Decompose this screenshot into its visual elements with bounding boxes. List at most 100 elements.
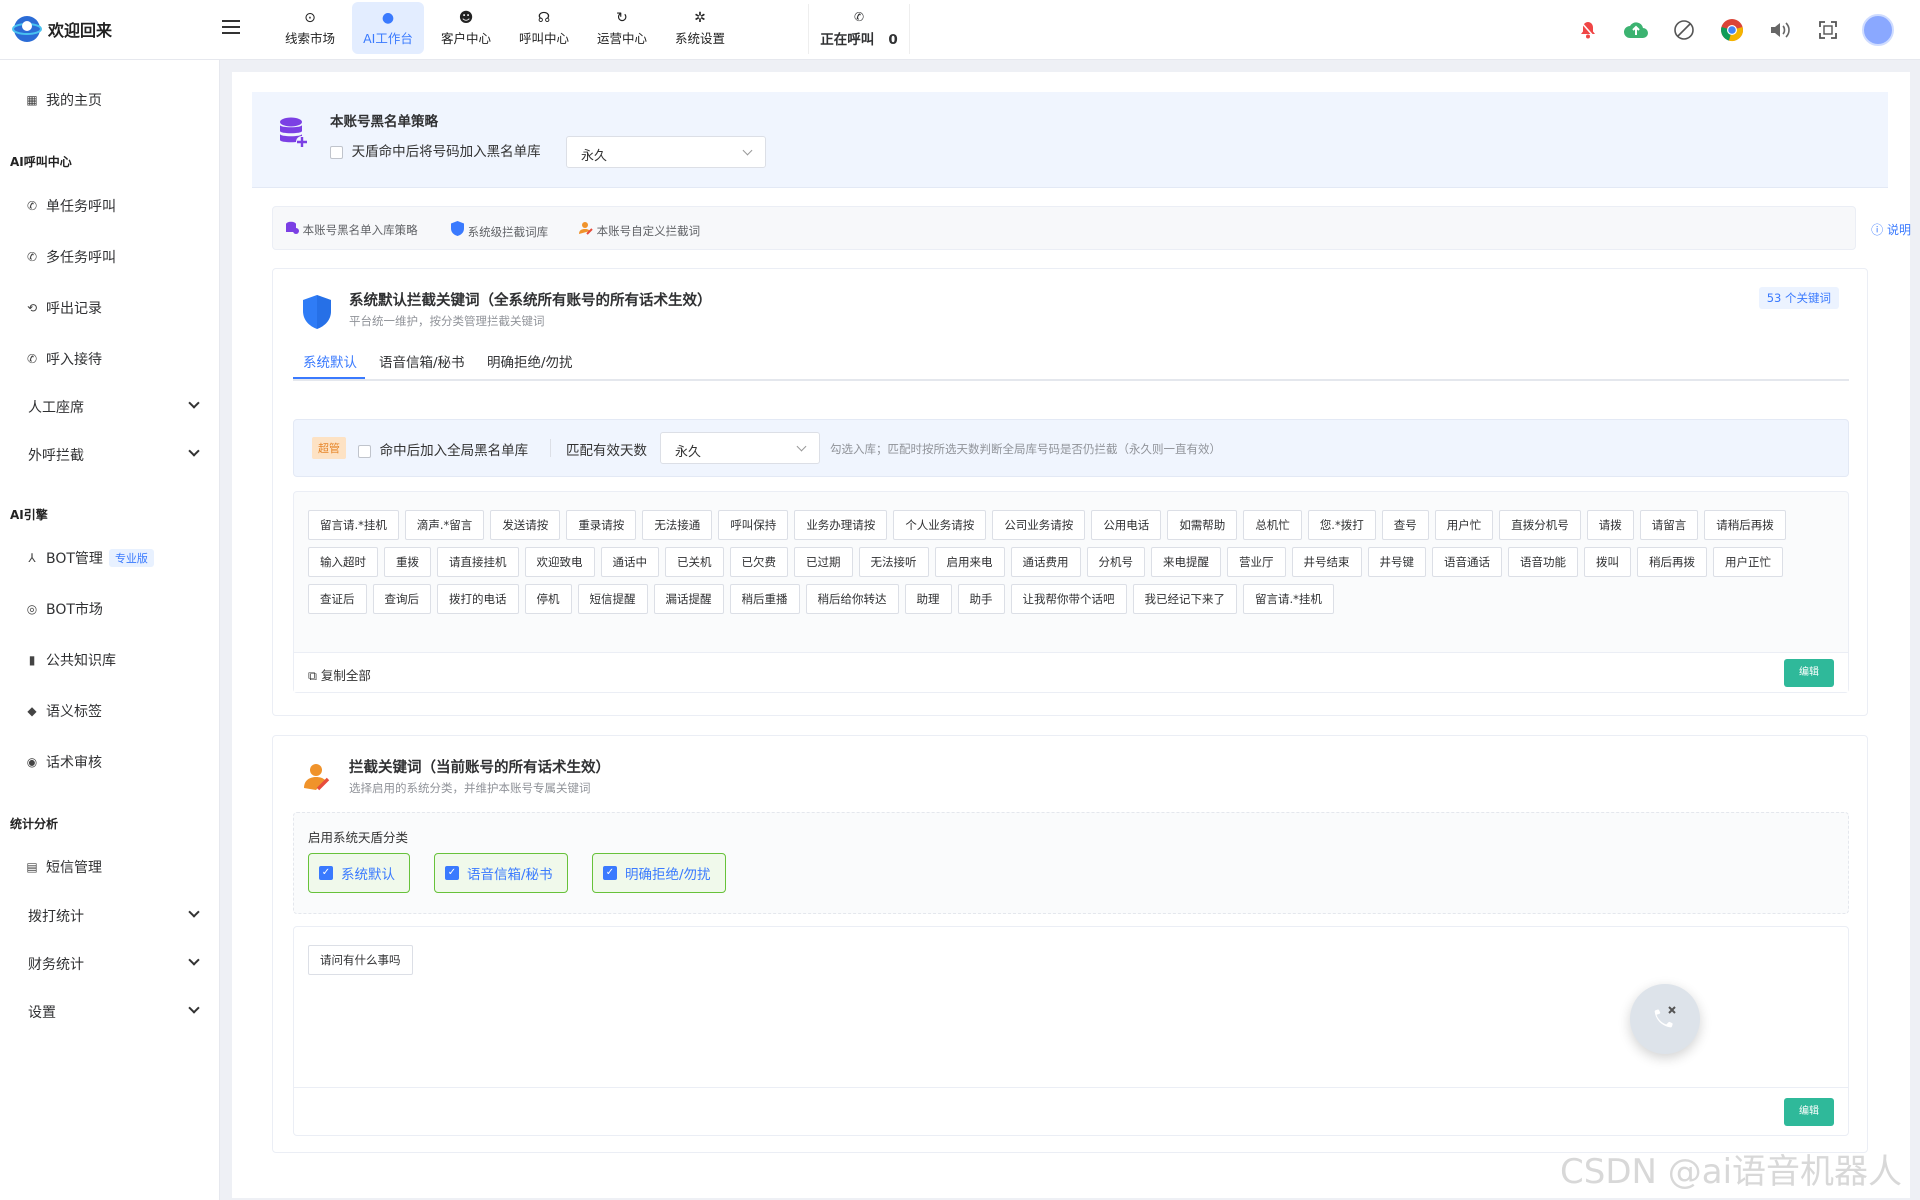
keyword-tag[interactable]: 井号结束 (1291, 547, 1362, 577)
keyword-tag[interactable]: 输入超时 (308, 547, 378, 577)
keyword-tag[interactable]: 分机号 (1086, 547, 1145, 577)
global-blacklist-checkbox[interactable] (358, 444, 371, 458)
keyword-tag[interactable]: 助理 (904, 584, 952, 614)
blacklist-checkbox[interactable] (330, 145, 343, 159)
keyword-tag[interactable]: 稍后再拨 (1637, 547, 1707, 577)
keyword-tag[interactable]: 无法接听 (858, 547, 929, 577)
sidebar-item-script-review[interactable]: ◉ 话术审核 (0, 740, 220, 784)
keyword-tag[interactable]: 启用来电 (934, 547, 1005, 577)
keyword-tag[interactable]: 稍后给你转达 (805, 584, 899, 614)
category-checkbox-refuse[interactable]: ✓ 明确拒绝/勿扰 (592, 853, 726, 893)
volume-icon[interactable] (1766, 16, 1794, 44)
keyword-tag[interactable]: 请直接挂机 (437, 547, 519, 577)
sidebar-item-multi-call[interactable]: ✆ 多任务呼叫 (0, 235, 220, 279)
subtab-system-library[interactable]: 系统级拦截词库 (451, 221, 548, 240)
tab-voicemail[interactable]: 语音信箱/秘书 (379, 351, 465, 371)
keyword-tag[interactable]: 语音通话 (1432, 547, 1502, 577)
nav-call-center[interactable]: ☊ 呼叫中心 (508, 2, 580, 54)
fullscreen-icon[interactable] (1814, 16, 1842, 44)
user-avatar[interactable] (1862, 14, 1894, 46)
keyword-tag[interactable]: 已过期 (794, 547, 853, 577)
keyword-tag[interactable]: 我已经记下来了 (1132, 584, 1237, 614)
keyword-tag[interactable]: 总机忙 (1243, 510, 1302, 540)
keyword-tag[interactable]: 滴声.*留言 (404, 510, 485, 540)
sidebar-item-bot-market[interactable]: ◎ BOT市场 (0, 587, 220, 631)
keyword-tag[interactable]: 公司业务请按 (992, 510, 1086, 540)
sidebar-group-agents[interactable]: 人工座席 (0, 385, 220, 429)
sidebar-group-settings[interactable]: 设置 (0, 990, 220, 1034)
keyword-tag[interactable]: 已欠费 (729, 547, 788, 577)
sidebar-item-home[interactable]: ▦ 我的主页 (0, 78, 220, 122)
keyword-tag[interactable]: 停机 (524, 584, 572, 614)
sidebar-item-semantic-tags[interactable]: ◆ 语义标签 (0, 689, 220, 733)
keyword-tag[interactable]: 业务办理请按 (794, 510, 888, 540)
floating-call-button[interactable] (1630, 984, 1700, 1054)
account-edit-button[interactable]: 编辑 (1784, 1098, 1834, 1126)
keyword-tag[interactable]: 漏话提醒 (653, 584, 724, 614)
sidebar-group-outbound-block[interactable]: 外呼拦截 (0, 433, 220, 477)
keyword-tag[interactable]: 拨打的电话 (437, 584, 519, 614)
nav-leads-market[interactable]: ⊙ 线索市场 (274, 2, 346, 54)
system-edit-button[interactable]: 编辑 (1784, 659, 1834, 687)
keyword-tag[interactable]: 查证后 (308, 584, 367, 614)
sidebar-item-outbound-records[interactable]: ⟲ 呼出记录 (0, 286, 220, 330)
blacklist-duration-select[interactable]: 永久 (566, 136, 766, 168)
sidebar-item-bot-manage[interactable]: ⅄ BOT管理 专业版 (0, 536, 220, 580)
keyword-tag[interactable]: 请问有什么事吗 (308, 945, 413, 975)
calling-status[interactable]: ✆ 正在呼叫 0 (808, 4, 910, 54)
keyword-tag[interactable]: 欢迎致电 (524, 547, 595, 577)
keyword-tag[interactable]: 助手 (957, 584, 1005, 614)
keyword-tag[interactable]: 稍后重播 (729, 584, 800, 614)
keyword-tag[interactable]: 拨叫 (1584, 547, 1631, 577)
keyword-tag[interactable]: 来电提醒 (1151, 547, 1221, 577)
keyword-tag[interactable]: 请留言 (1639, 510, 1699, 540)
keyword-tag[interactable]: 语音功能 (1508, 547, 1578, 577)
sidebar-item-knowledge[interactable]: ▮ 公共知识库 (0, 638, 220, 682)
keyword-tag[interactable]: 发送请按 (490, 510, 561, 540)
keyword-tag[interactable]: 个人业务请按 (893, 510, 987, 540)
keyword-tag[interactable]: 用户正忙 (1713, 547, 1783, 577)
keyword-tag[interactable]: 用户忙 (1434, 510, 1494, 540)
keyword-tag[interactable]: 营业厅 (1227, 547, 1286, 577)
keyword-tag[interactable]: 重录请按 (566, 510, 637, 540)
copy-all-button[interactable]: ⧉ 复制全部 (308, 665, 371, 684)
sidebar-group-dial-stats[interactable]: 拨打统计 (0, 894, 220, 938)
keyword-tag[interactable]: 已关机 (665, 547, 724, 577)
sidebar-item-single-call[interactable]: ✆ 单任务呼叫 (0, 184, 220, 228)
sidebar-group-finance-stats[interactable]: 财务统计 (0, 942, 220, 986)
keyword-tag[interactable]: 通话费用 (1010, 547, 1081, 577)
keyword-tag[interactable]: 查号 (1381, 510, 1429, 540)
subtab-account-blacklist[interactable]: 本账号黑名单入库策略 (285, 221, 418, 238)
keyword-tag[interactable]: 直拨分机号 (1499, 510, 1581, 540)
nav-system-settings[interactable]: ✲ 系统设置 (664, 2, 736, 54)
tab-system-default[interactable]: 系统默认 (293, 351, 365, 379)
keyword-tag[interactable]: 让我帮你带个话吧 (1010, 584, 1127, 614)
keyword-tag[interactable]: 公用电话 (1091, 510, 1162, 540)
sidebar-item-inbound[interactable]: ✆ 呼入接待 (0, 337, 220, 381)
tab-refuse[interactable]: 明确拒绝/勿扰 (487, 351, 573, 371)
cloud-upload-icon[interactable] (1622, 16, 1650, 44)
keyword-tag[interactable]: 如需帮助 (1167, 510, 1238, 540)
keyword-tag[interactable]: 留言请.*挂机 (308, 510, 399, 540)
sidebar-item-sms[interactable]: ▤ 短信管理 (0, 845, 220, 889)
keyword-tag[interactable]: 井号键 (1367, 547, 1426, 577)
nav-ai-workbench[interactable]: ● AI工作台 (352, 2, 424, 54)
keyword-tag[interactable]: 无法接通 (642, 510, 713, 540)
keyword-tag[interactable]: 重拨 (384, 547, 431, 577)
nav-ops-center[interactable]: ↻ 运营中心 (586, 2, 658, 54)
keyword-tag[interactable]: 请稍后再拨 (1704, 510, 1786, 540)
keyword-tag[interactable]: 您.*拨打 (1307, 510, 1376, 540)
category-checkbox-voicemail[interactable]: ✓ 语音信箱/秘书 (434, 853, 568, 893)
menu-toggle-icon[interactable] (222, 20, 240, 34)
keyword-tag[interactable]: 查询后 (372, 584, 431, 614)
days-select[interactable]: 永久 (660, 432, 820, 464)
chrome-icon[interactable] (1718, 16, 1746, 44)
help-link[interactable]: ⓘ 说明 (1871, 221, 1911, 238)
keyword-tag[interactable]: 留言请.*挂机 (1243, 584, 1334, 614)
keyword-tag[interactable]: 通话中 (600, 547, 659, 577)
keyword-tag[interactable]: 短信提醒 (577, 584, 648, 614)
category-checkbox-default[interactable]: ✓ 系统默认 (308, 853, 410, 893)
bell-muted-icon[interactable] (1574, 16, 1602, 44)
block-icon[interactable] (1670, 16, 1698, 44)
keyword-tag[interactable]: 请拨 (1586, 510, 1634, 540)
